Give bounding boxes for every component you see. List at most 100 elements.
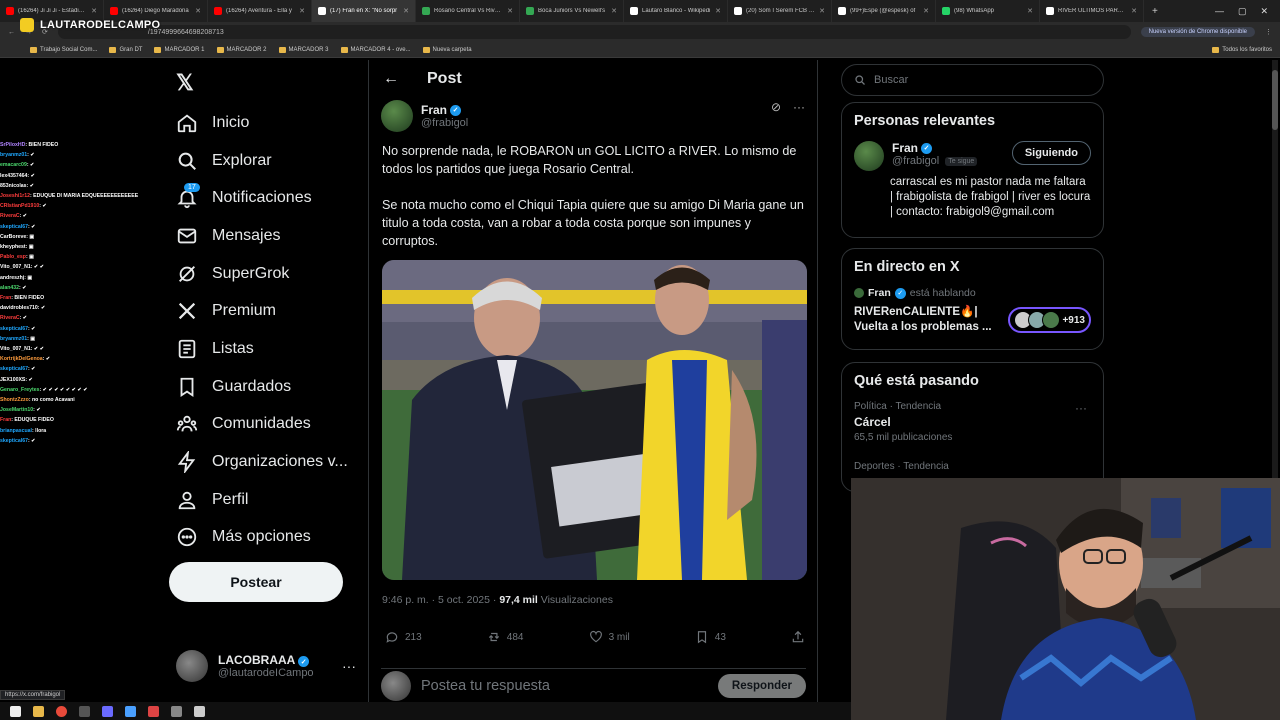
close-tab-icon[interactable]: ✕ (611, 7, 617, 15)
close-tab-icon[interactable]: ✕ (507, 7, 513, 15)
close-tab-icon[interactable]: ✕ (1131, 7, 1137, 15)
chat-username[interactable]: CRIstianPd1910 (0, 203, 39, 209)
search-input[interactable]: Buscar (841, 64, 1104, 96)
new-tab-icon[interactable]: + (1144, 6, 1166, 17)
chat-username[interactable]: JoseMartin10 (0, 407, 33, 413)
trend-item[interactable]: Política · Tendencia Cárcel 65,5 mil pub… (854, 401, 1091, 443)
back-arrow-icon[interactable]: ← (383, 70, 399, 88)
chrome-icon[interactable] (56, 705, 67, 717)
nav-supergrok[interactable]: SuperGrok (176, 255, 348, 293)
chat-username[interactable]: Vito_007_N1 (0, 346, 31, 352)
menu-icon[interactable]: ⋮ (1265, 28, 1272, 36)
chat-username[interactable]: andreszhj (0, 275, 24, 281)
browser-tab[interactable]: RIVER ULTIMOS PARTIDO ✕ (1040, 0, 1144, 22)
nav-profile[interactable]: Perfil (176, 481, 348, 519)
back-icon[interactable]: ← (8, 29, 15, 36)
following-button[interactable]: Siguiendo (1011, 141, 1091, 165)
bookmark-item[interactable]: MARCADOR 3 (278, 46, 329, 53)
chat-username[interactable]: skeptical67 (0, 326, 28, 332)
app-icon[interactable] (148, 705, 159, 717)
browser-tab[interactable]: Boca Juniors Vs Newell's ✕ (520, 0, 624, 22)
chat-username[interactable]: Fran (0, 295, 11, 301)
account-switcher[interactable]: LACOBRAAA ✓ @lautarodeICampo ··· (176, 650, 356, 682)
browser-tab[interactable]: (20) Som I Serem FCB en ✕ (728, 0, 832, 22)
browser-tab[interactable]: Lautaro Blanco - Wikipedi ✕ (624, 0, 728, 22)
close-tab-icon[interactable]: ✕ (923, 7, 929, 15)
repost-button[interactable]: 484 (487, 630, 523, 644)
more-icon[interactable]: ··· (793, 100, 805, 114)
bookmark-item[interactable]: Gran DT (109, 46, 142, 53)
close-tab-icon[interactable]: ✕ (1027, 7, 1033, 15)
nav-home[interactable]: Inicio (176, 104, 348, 142)
chat-username[interactable]: JEX100XS (0, 377, 25, 383)
chat-username[interactable]: bryanmz01 (0, 336, 27, 342)
more-icon[interactable]: ··· (342, 658, 356, 674)
chat-username[interactable]: Joseshi1r12 (0, 193, 30, 199)
chat-username[interactable]: KortrijkDelGenoa (0, 356, 43, 362)
bookmark-item[interactable]: MARCADOR 4 - ove... (340, 46, 411, 53)
close-tab-icon[interactable]: ✕ (819, 7, 825, 15)
close-tab-icon[interactable]: ✕ (299, 7, 305, 15)
scrollbar-thumb[interactable] (1272, 70, 1278, 130)
rel-name[interactable]: Fran (892, 141, 918, 155)
nav-premium[interactable]: Premium (176, 292, 348, 330)
grok-icon[interactable]: ⊘ (771, 100, 781, 114)
bookmark-item[interactable]: Trabajo Social Com... (30, 46, 97, 53)
maximize-icon[interactable]: ▢ (1238, 6, 1247, 17)
chat-username[interactable]: bryanmz01 (0, 152, 27, 158)
chrome-update-button[interactable]: Nueva versión de Chrome disponible (1140, 27, 1255, 37)
chat-username[interactable]: lex4357464 (0, 173, 27, 179)
reply-submit-button[interactable]: Responder (717, 674, 806, 698)
chat-username[interactable]: RiveraC (0, 315, 20, 321)
all-bookmarks[interactable]: Todos los favoritos (1212, 46, 1280, 53)
nav-lists[interactable]: Listas (176, 330, 348, 368)
app-icon[interactable] (102, 705, 113, 717)
post-image[interactable] (382, 260, 807, 580)
app-icon[interactable] (125, 705, 136, 717)
more-icon[interactable]: ··· (1075, 401, 1087, 415)
avatar[interactable] (854, 141, 884, 171)
chat-username[interactable]: Vito_007_N1 (0, 264, 31, 270)
close-tab-icon[interactable]: ✕ (403, 7, 409, 15)
chat-username[interactable]: brianpascual (0, 428, 32, 434)
browser-tab[interactable]: (98) WhatsApp ✕ (936, 0, 1040, 22)
close-icon[interactable]: ✕ (1260, 6, 1268, 17)
reply-button[interactable]: 213 (385, 630, 422, 644)
windows-start-icon[interactable] (10, 705, 21, 717)
browser-tab[interactable]: (17) Fran en X: "No sorpr ✕ (312, 0, 416, 22)
chat-username[interactable]: Fran (0, 417, 11, 423)
live-host[interactable]: Fran ✓ está hablando (854, 287, 1091, 299)
chat-username[interactable]: 853nicolas (0, 183, 27, 189)
minimize-icon[interactable]: — (1215, 6, 1224, 17)
close-tab-icon[interactable]: ✕ (195, 7, 201, 15)
chat-username[interactable]: SrPiloxHD (0, 142, 25, 148)
file-explorer-icon[interactable] (33, 705, 44, 717)
bookmark-button[interactable]: 43 (695, 630, 726, 644)
chat-username[interactable]: Pablo_esp (0, 254, 26, 260)
chat-username[interactable]: ShontzZzzo (0, 397, 29, 403)
nav-bookmarks[interactable]: Guardados (176, 368, 348, 406)
browser-tab[interactable]: Rosario Central Vs River P ✕ (416, 0, 520, 22)
bookmark-item[interactable]: MARCADOR 2 (216, 46, 267, 53)
close-tab-icon[interactable]: ✕ (91, 7, 97, 15)
listeners-pill[interactable]: +913 (1008, 307, 1091, 333)
reply-input[interactable]: Postea tu respuesta (421, 678, 550, 694)
live-space[interactable]: RIVERenCALIENTE🔥| Vuelta a los problemas… (854, 305, 1091, 335)
chat-username[interactable]: skeptical67 (0, 438, 28, 444)
chat-username[interactable]: Genaro_Freytes (0, 387, 40, 393)
chat-username[interactable]: kheyphest (0, 244, 26, 250)
author-name[interactable]: Fran (421, 103, 447, 117)
author-handle[interactable]: @frabigol (421, 117, 468, 129)
browser-tab[interactable]: (99+)Espe (@espesk) of ✕ (832, 0, 936, 22)
nav-communities[interactable]: Comunidades (176, 406, 348, 444)
chat-username[interactable]: skeptical67 (0, 224, 28, 230)
chat-username[interactable]: skeptical67 (0, 366, 28, 372)
rel-handle[interactable]: @frabigol (892, 155, 939, 167)
bookmark-item[interactable]: Nueva carpeta (422, 46, 472, 53)
nav-messages[interactable]: Mensajes (176, 217, 348, 255)
nav-explore[interactable]: Explorar (176, 142, 348, 180)
post-time[interactable]: 9:46 p. m. · 5 oct. 2025 · (382, 594, 499, 606)
close-tab-icon[interactable]: ✕ (715, 7, 721, 15)
chat-username[interactable]: emacarc09 (0, 162, 27, 168)
like-button[interactable]: 3 mil (589, 630, 630, 644)
